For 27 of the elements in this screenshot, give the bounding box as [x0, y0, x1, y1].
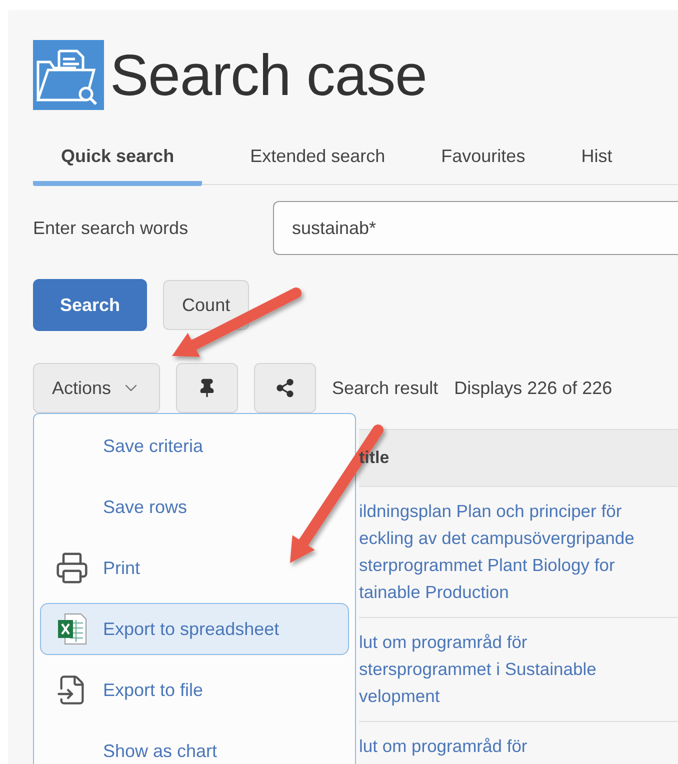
pin-button[interactable]	[176, 363, 238, 413]
page-title: Search case	[110, 42, 427, 108]
menu-item[interactable]: Save criteria	[40, 420, 349, 472]
table-cell: lut om programråd för	[359, 736, 528, 756]
table-cell: ildningsplan Plan och principer för eckling av det campusövergripande sterprogrammet Plant Biology for tainable Production	[359, 501, 634, 602]
actions-dropdown[interactable]: Actions	[33, 363, 160, 413]
menu-item[interactable]: Print	[40, 542, 349, 594]
menu-item[interactable]: Save rows	[40, 481, 349, 533]
result-label: Search result	[332, 378, 438, 398]
tab[interactable]: Extended search	[222, 140, 414, 186]
menu-item[interactable]: Export to file	[40, 664, 349, 716]
tab[interactable]: Favourites	[413, 140, 554, 186]
result-count: Displays 226 of 226	[454, 378, 612, 398]
table-cell: lut om programråd för stersprogrammet i Sustainable velopment	[359, 632, 596, 706]
tab[interactable]: Hist	[553, 140, 640, 186]
menu-item[interactable]: Show as chart	[40, 725, 349, 764]
search-field[interactable]: sustainab*	[273, 201, 678, 255]
share-icon	[275, 378, 296, 398]
folder-search-icon	[33, 40, 104, 110]
share-button[interactable]	[254, 363, 316, 413]
spreadsheet-icon	[56, 612, 88, 646]
count-button[interactable]: Count	[163, 280, 250, 330]
search-button[interactable]: Search	[33, 279, 148, 331]
menu-item[interactable]: Export to spreadsheet	[40, 603, 349, 655]
search-label: Enter search words	[33, 218, 190, 238]
printer-icon	[55, 551, 89, 585]
tab[interactable]: Quick search	[33, 140, 202, 186]
